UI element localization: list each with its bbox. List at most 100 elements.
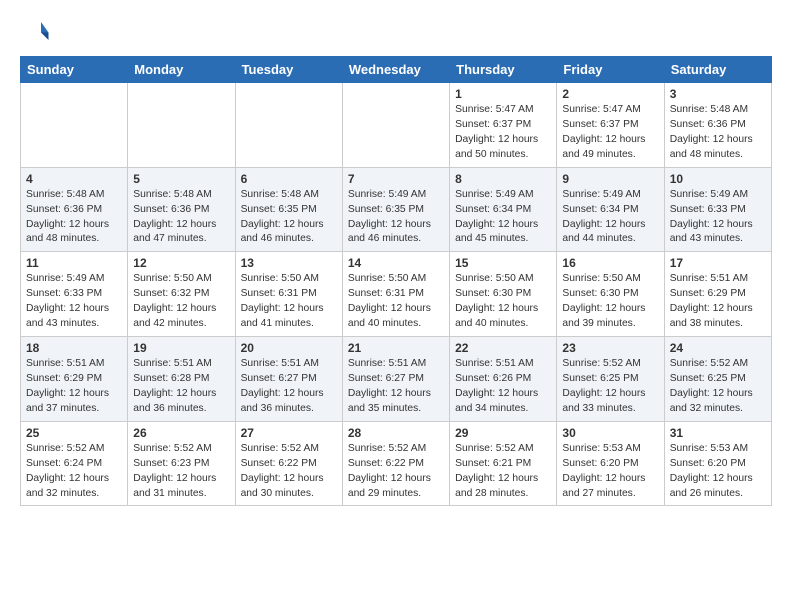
- day-number: 3: [670, 87, 766, 101]
- day-number: 14: [348, 256, 444, 270]
- day-info: Sunrise: 5:52 AMSunset: 6:22 PMDaylight:…: [348, 442, 444, 502]
- day-info: Sunrise: 5:48 AMSunset: 6:36 PMDaylight:…: [670, 103, 766, 163]
- day-info: Sunrise: 5:49 AMSunset: 6:34 PMDaylight:…: [455, 188, 551, 248]
- calendar-week-4: 18 Sunrise: 5:51 AMSunset: 6:29 PMDayligh…: [21, 337, 772, 422]
- weekday-header-saturday: Saturday: [664, 57, 771, 83]
- calendar-cell: 25 Sunrise: 5:52 AMSunset: 6:24 PMDayligh…: [21, 421, 128, 506]
- day-info: Sunrise: 5:53 AMSunset: 6:20 PMDaylight:…: [670, 442, 766, 502]
- day-number: 4: [26, 172, 122, 186]
- calendar-cell: 29Sunrise: 5:52 AMSunset: 6:21 PMDayligh…: [450, 421, 557, 506]
- weekday-header-wednesday: Wednesday: [342, 57, 449, 83]
- day-number: 5: [133, 172, 229, 186]
- day-info: Sunrise: 5:49 AMSunset: 6:33 PMDaylight:…: [26, 272, 122, 332]
- weekday-header-monday: Monday: [128, 57, 235, 83]
- day-number: 18: [26, 341, 122, 355]
- weekday-header-friday: Friday: [557, 57, 664, 83]
- day-info: Sunrise: 5:51 AMSunset: 6:28 PMDaylight:…: [133, 357, 229, 417]
- logo-icon: [20, 16, 50, 46]
- calendar-cell: 14 Sunrise: 5:50 AMSunset: 6:31 PMDayligh…: [342, 252, 449, 337]
- calendar-cell: 30 Sunrise: 5:53 AMSunset: 6:20 PMDayligh…: [557, 421, 664, 506]
- day-info: Sunrise: 5:47 AMSunset: 6:37 PMDaylight:…: [562, 103, 658, 163]
- calendar-cell: 18 Sunrise: 5:51 AMSunset: 6:29 PMDayligh…: [21, 337, 128, 422]
- day-number: 11: [26, 256, 122, 270]
- calendar: SundayMondayTuesdayWednesdayThursdayFrid…: [20, 56, 772, 506]
- calendar-cell: 27 Sunrise: 5:52 AMSunset: 6:22 PMDayligh…: [235, 421, 342, 506]
- calendar-cell: 24 Sunrise: 5:52 AMSunset: 6:25 PMDayligh…: [664, 337, 771, 422]
- day-info: Sunrise: 5:50 AMSunset: 6:30 PMDaylight:…: [562, 272, 658, 332]
- day-info: Sunrise: 5:53 AMSunset: 6:20 PMDaylight:…: [562, 442, 658, 502]
- calendar-cell: [21, 83, 128, 168]
- calendar-cell: 17 Sunrise: 5:51 AMSunset: 6:29 PMDayligh…: [664, 252, 771, 337]
- day-number: 15: [455, 256, 551, 270]
- day-number: 26: [133, 426, 229, 440]
- day-info: Sunrise: 5:51 AMSunset: 6:27 PMDaylight:…: [348, 357, 444, 417]
- calendar-cell: 15 Sunrise: 5:50 AMSunset: 6:30 PMDayligh…: [450, 252, 557, 337]
- page: SundayMondayTuesdayWednesdayThursdayFrid…: [0, 0, 792, 522]
- day-info: Sunrise: 5:50 AMSunset: 6:32 PMDaylight:…: [133, 272, 229, 332]
- calendar-cell: 1Sunrise: 5:47 AMSunset: 6:37 PMDaylight…: [450, 83, 557, 168]
- header: [20, 16, 772, 46]
- day-info: Sunrise: 5:52 AMSunset: 6:25 PMDaylight:…: [670, 357, 766, 417]
- day-number: 19: [133, 341, 229, 355]
- day-number: 21: [348, 341, 444, 355]
- day-info: Sunrise: 5:51 AMSunset: 6:29 PMDaylight:…: [26, 357, 122, 417]
- calendar-cell: 3 Sunrise: 5:48 AMSunset: 6:36 PMDaylight…: [664, 83, 771, 168]
- calendar-cell: 22 Sunrise: 5:51 AMSunset: 6:26 PMDayligh…: [450, 337, 557, 422]
- day-number: 29: [455, 426, 551, 440]
- calendar-week-3: 11 Sunrise: 5:49 AMSunset: 6:33 PMDayligh…: [21, 252, 772, 337]
- day-info: Sunrise: 5:51 AMSunset: 6:27 PMDaylight:…: [241, 357, 337, 417]
- day-number: 24: [670, 341, 766, 355]
- logo: [20, 16, 54, 46]
- day-info: Sunrise: 5:52 AMSunset: 6:23 PMDaylight:…: [133, 442, 229, 502]
- day-number: 9: [562, 172, 658, 186]
- calendar-header-row: SundayMondayTuesdayWednesdayThursdayFrid…: [21, 57, 772, 83]
- day-number: 13: [241, 256, 337, 270]
- day-info: Sunrise: 5:51 AMSunset: 6:29 PMDaylight:…: [670, 272, 766, 332]
- calendar-cell: 16 Sunrise: 5:50 AMSunset: 6:30 PMDayligh…: [557, 252, 664, 337]
- day-info: Sunrise: 5:50 AMSunset: 6:31 PMDaylight:…: [348, 272, 444, 332]
- day-number: 8: [455, 172, 551, 186]
- day-number: 17: [670, 256, 766, 270]
- day-number: 22: [455, 341, 551, 355]
- day-info: Sunrise: 5:47 AMSunset: 6:37 PMDaylight:…: [455, 103, 551, 163]
- calendar-cell: 20Sunrise: 5:51 AMSunset: 6:27 PMDayligh…: [235, 337, 342, 422]
- day-info: Sunrise: 5:48 AMSunset: 6:36 PMDaylight:…: [26, 188, 122, 248]
- day-info: Sunrise: 5:49 AMSunset: 6:35 PMDaylight:…: [348, 188, 444, 248]
- weekday-header-tuesday: Tuesday: [235, 57, 342, 83]
- calendar-cell: 11 Sunrise: 5:49 AMSunset: 6:33 PMDayligh…: [21, 252, 128, 337]
- calendar-week-2: 4 Sunrise: 5:48 AMSunset: 6:36 PMDaylight…: [21, 167, 772, 252]
- calendar-cell: 21 Sunrise: 5:51 AMSunset: 6:27 PMDayligh…: [342, 337, 449, 422]
- day-info: Sunrise: 5:49 AMSunset: 6:33 PMDaylight:…: [670, 188, 766, 248]
- day-number: 25: [26, 426, 122, 440]
- day-number: 6: [241, 172, 337, 186]
- day-info: Sunrise: 5:49 AMSunset: 6:34 PMDaylight:…: [562, 188, 658, 248]
- calendar-cell: 12Sunrise: 5:50 AMSunset: 6:32 PMDayligh…: [128, 252, 235, 337]
- day-number: 23: [562, 341, 658, 355]
- day-info: Sunrise: 5:50 AMSunset: 6:31 PMDaylight:…: [241, 272, 337, 332]
- calendar-week-1: 1Sunrise: 5:47 AMSunset: 6:37 PMDaylight…: [21, 83, 772, 168]
- day-info: Sunrise: 5:51 AMSunset: 6:26 PMDaylight:…: [455, 357, 551, 417]
- day-number: 27: [241, 426, 337, 440]
- calendar-cell: 23 Sunrise: 5:52 AMSunset: 6:25 PMDayligh…: [557, 337, 664, 422]
- calendar-cell: [342, 83, 449, 168]
- day-info: Sunrise: 5:52 AMSunset: 6:25 PMDaylight:…: [562, 357, 658, 417]
- calendar-cell: 7Sunrise: 5:49 AMSunset: 6:35 PMDaylight…: [342, 167, 449, 252]
- calendar-cell: 5Sunrise: 5:48 AMSunset: 6:36 PMDaylight…: [128, 167, 235, 252]
- calendar-cell: [235, 83, 342, 168]
- calendar-cell: 19 Sunrise: 5:51 AMSunset: 6:28 PMDayligh…: [128, 337, 235, 422]
- calendar-cell: 8 Sunrise: 5:49 AMSunset: 6:34 PMDaylight…: [450, 167, 557, 252]
- calendar-cell: 26 Sunrise: 5:52 AMSunset: 6:23 PMDayligh…: [128, 421, 235, 506]
- calendar-cell: 28 Sunrise: 5:52 AMSunset: 6:22 PMDayligh…: [342, 421, 449, 506]
- day-info: Sunrise: 5:48 AMSunset: 6:35 PMDaylight:…: [241, 188, 337, 248]
- calendar-cell: 6 Sunrise: 5:48 AMSunset: 6:35 PMDaylight…: [235, 167, 342, 252]
- day-number: 2: [562, 87, 658, 101]
- day-info: Sunrise: 5:50 AMSunset: 6:30 PMDaylight:…: [455, 272, 551, 332]
- day-info: Sunrise: 5:52 AMSunset: 6:22 PMDaylight:…: [241, 442, 337, 502]
- calendar-cell: 9 Sunrise: 5:49 AMSunset: 6:34 PMDaylight…: [557, 167, 664, 252]
- day-number: 30: [562, 426, 658, 440]
- day-number: 16: [562, 256, 658, 270]
- day-number: 28: [348, 426, 444, 440]
- day-info: Sunrise: 5:52 AMSunset: 6:24 PMDaylight:…: [26, 442, 122, 502]
- calendar-cell: 10Sunrise: 5:49 AMSunset: 6:33 PMDayligh…: [664, 167, 771, 252]
- calendar-cell: [128, 83, 235, 168]
